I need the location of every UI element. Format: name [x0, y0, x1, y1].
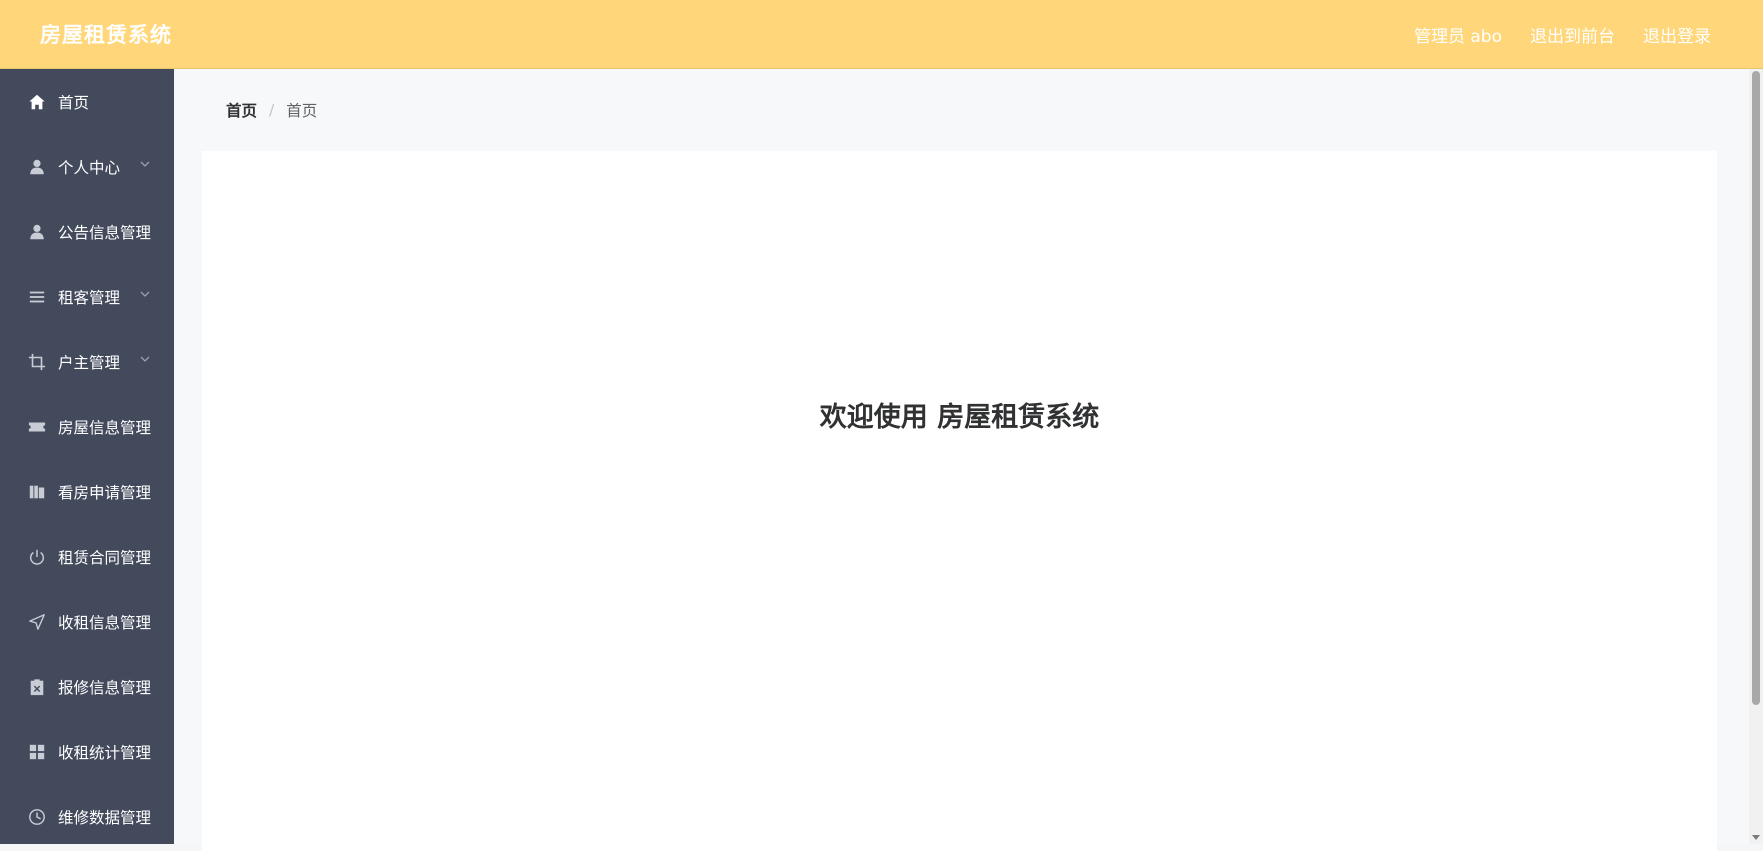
sidebar-item-label: 公告信息管理: [58, 223, 152, 242]
crop-icon: [28, 353, 46, 371]
scrollbar-thumb[interactable]: [1752, 71, 1760, 705]
send-icon: [28, 613, 46, 631]
sidebar-item-label: 维修数据管理: [58, 808, 152, 827]
user-icon: [28, 223, 46, 241]
sidebar-item-4[interactable]: 户主管理: [0, 329, 174, 394]
app-title: 房屋租赁系统: [40, 23, 172, 47]
logout-link[interactable]: 退出登录: [1643, 22, 1711, 47]
sidebar-item-2[interactable]: 公告信息管理: [0, 199, 174, 264]
content-card: 欢迎使用 房屋租赁系统: [202, 151, 1717, 851]
breadcrumb: 首页 / 首页: [226, 99, 317, 121]
sidebar-item-5[interactable]: 房屋信息管理: [0, 394, 174, 459]
sidebar-item-8[interactable]: 收租信息管理: [0, 589, 174, 654]
sidebar-item-label: 首页: [58, 93, 90, 112]
page-scrollbar[interactable]: [1749, 69, 1763, 844]
main-area: 首页 / 首页 欢迎使用 房屋租赁系统: [174, 69, 1749, 851]
sidebar-item-label: 个人中心: [58, 158, 121, 177]
breadcrumb-separator: /: [269, 101, 275, 119]
sidebar-item-label: 收租信息管理: [58, 613, 152, 632]
welcome-message: 欢迎使用 房屋租赁系统: [819, 402, 1100, 433]
books-icon: [28, 483, 46, 501]
ticket-icon: [28, 418, 46, 436]
list-icon: [28, 288, 46, 306]
breadcrumb-current: 首页: [286, 102, 318, 120]
chevron-down-icon: [139, 353, 151, 365]
power-icon: [28, 548, 46, 566]
header-actions: 管理员 abo 退出到前台 退出登录: [1386, 22, 1711, 47]
chevron-down-icon: [139, 288, 151, 300]
home-icon: [28, 93, 46, 111]
sidebar-item-11[interactable]: 维修数据管理: [0, 784, 174, 844]
sidebar-item-3[interactable]: 租客管理: [0, 264, 174, 329]
sidebar-item-label: 报修信息管理: [58, 678, 152, 697]
sidebar-item-1[interactable]: 个人中心: [0, 134, 174, 199]
sidebar-item-10[interactable]: 收租统计管理: [0, 719, 174, 784]
sidebar-item-0[interactable]: 首页: [0, 69, 174, 134]
chevron-down-icon: [139, 158, 151, 170]
grid-icon: [28, 743, 46, 761]
user-icon: [28, 158, 46, 176]
sidebar-item-label: 收租统计管理: [58, 743, 152, 762]
sidebar-item-6[interactable]: 看房申请管理: [0, 459, 174, 524]
sidebar-item-label: 租赁合同管理: [58, 548, 152, 567]
scroll-down-arrow-icon[interactable]: [1751, 832, 1761, 842]
sidebar-item-label: 房屋信息管理: [58, 418, 152, 437]
sidebar-item-9[interactable]: 报修信息管理: [0, 654, 174, 719]
sidebar-item-label: 租客管理: [58, 288, 121, 307]
sidebar-item-7[interactable]: 租赁合同管理: [0, 524, 174, 589]
exit-to-front-link[interactable]: 退出到前台: [1530, 22, 1615, 47]
sidebar-item-label: 户主管理: [58, 353, 121, 372]
breadcrumb-home[interactable]: 首页: [226, 99, 257, 121]
clipboard-x-icon: [28, 678, 46, 696]
admin-user-label: 管理员 abo: [1413, 26, 1502, 47]
sidebar: 首页个人中心公告信息管理 租客管理户主管理房屋信息管理 看房申请管理 租赁合同管理 收租…: [0, 69, 174, 844]
sidebar-item-label: 看房申请管理: [58, 483, 152, 502]
top-header: 房屋租赁系统 管理员 abo 退出到前台 退出登录: [0, 0, 1763, 69]
clock-icon: [28, 808, 46, 826]
